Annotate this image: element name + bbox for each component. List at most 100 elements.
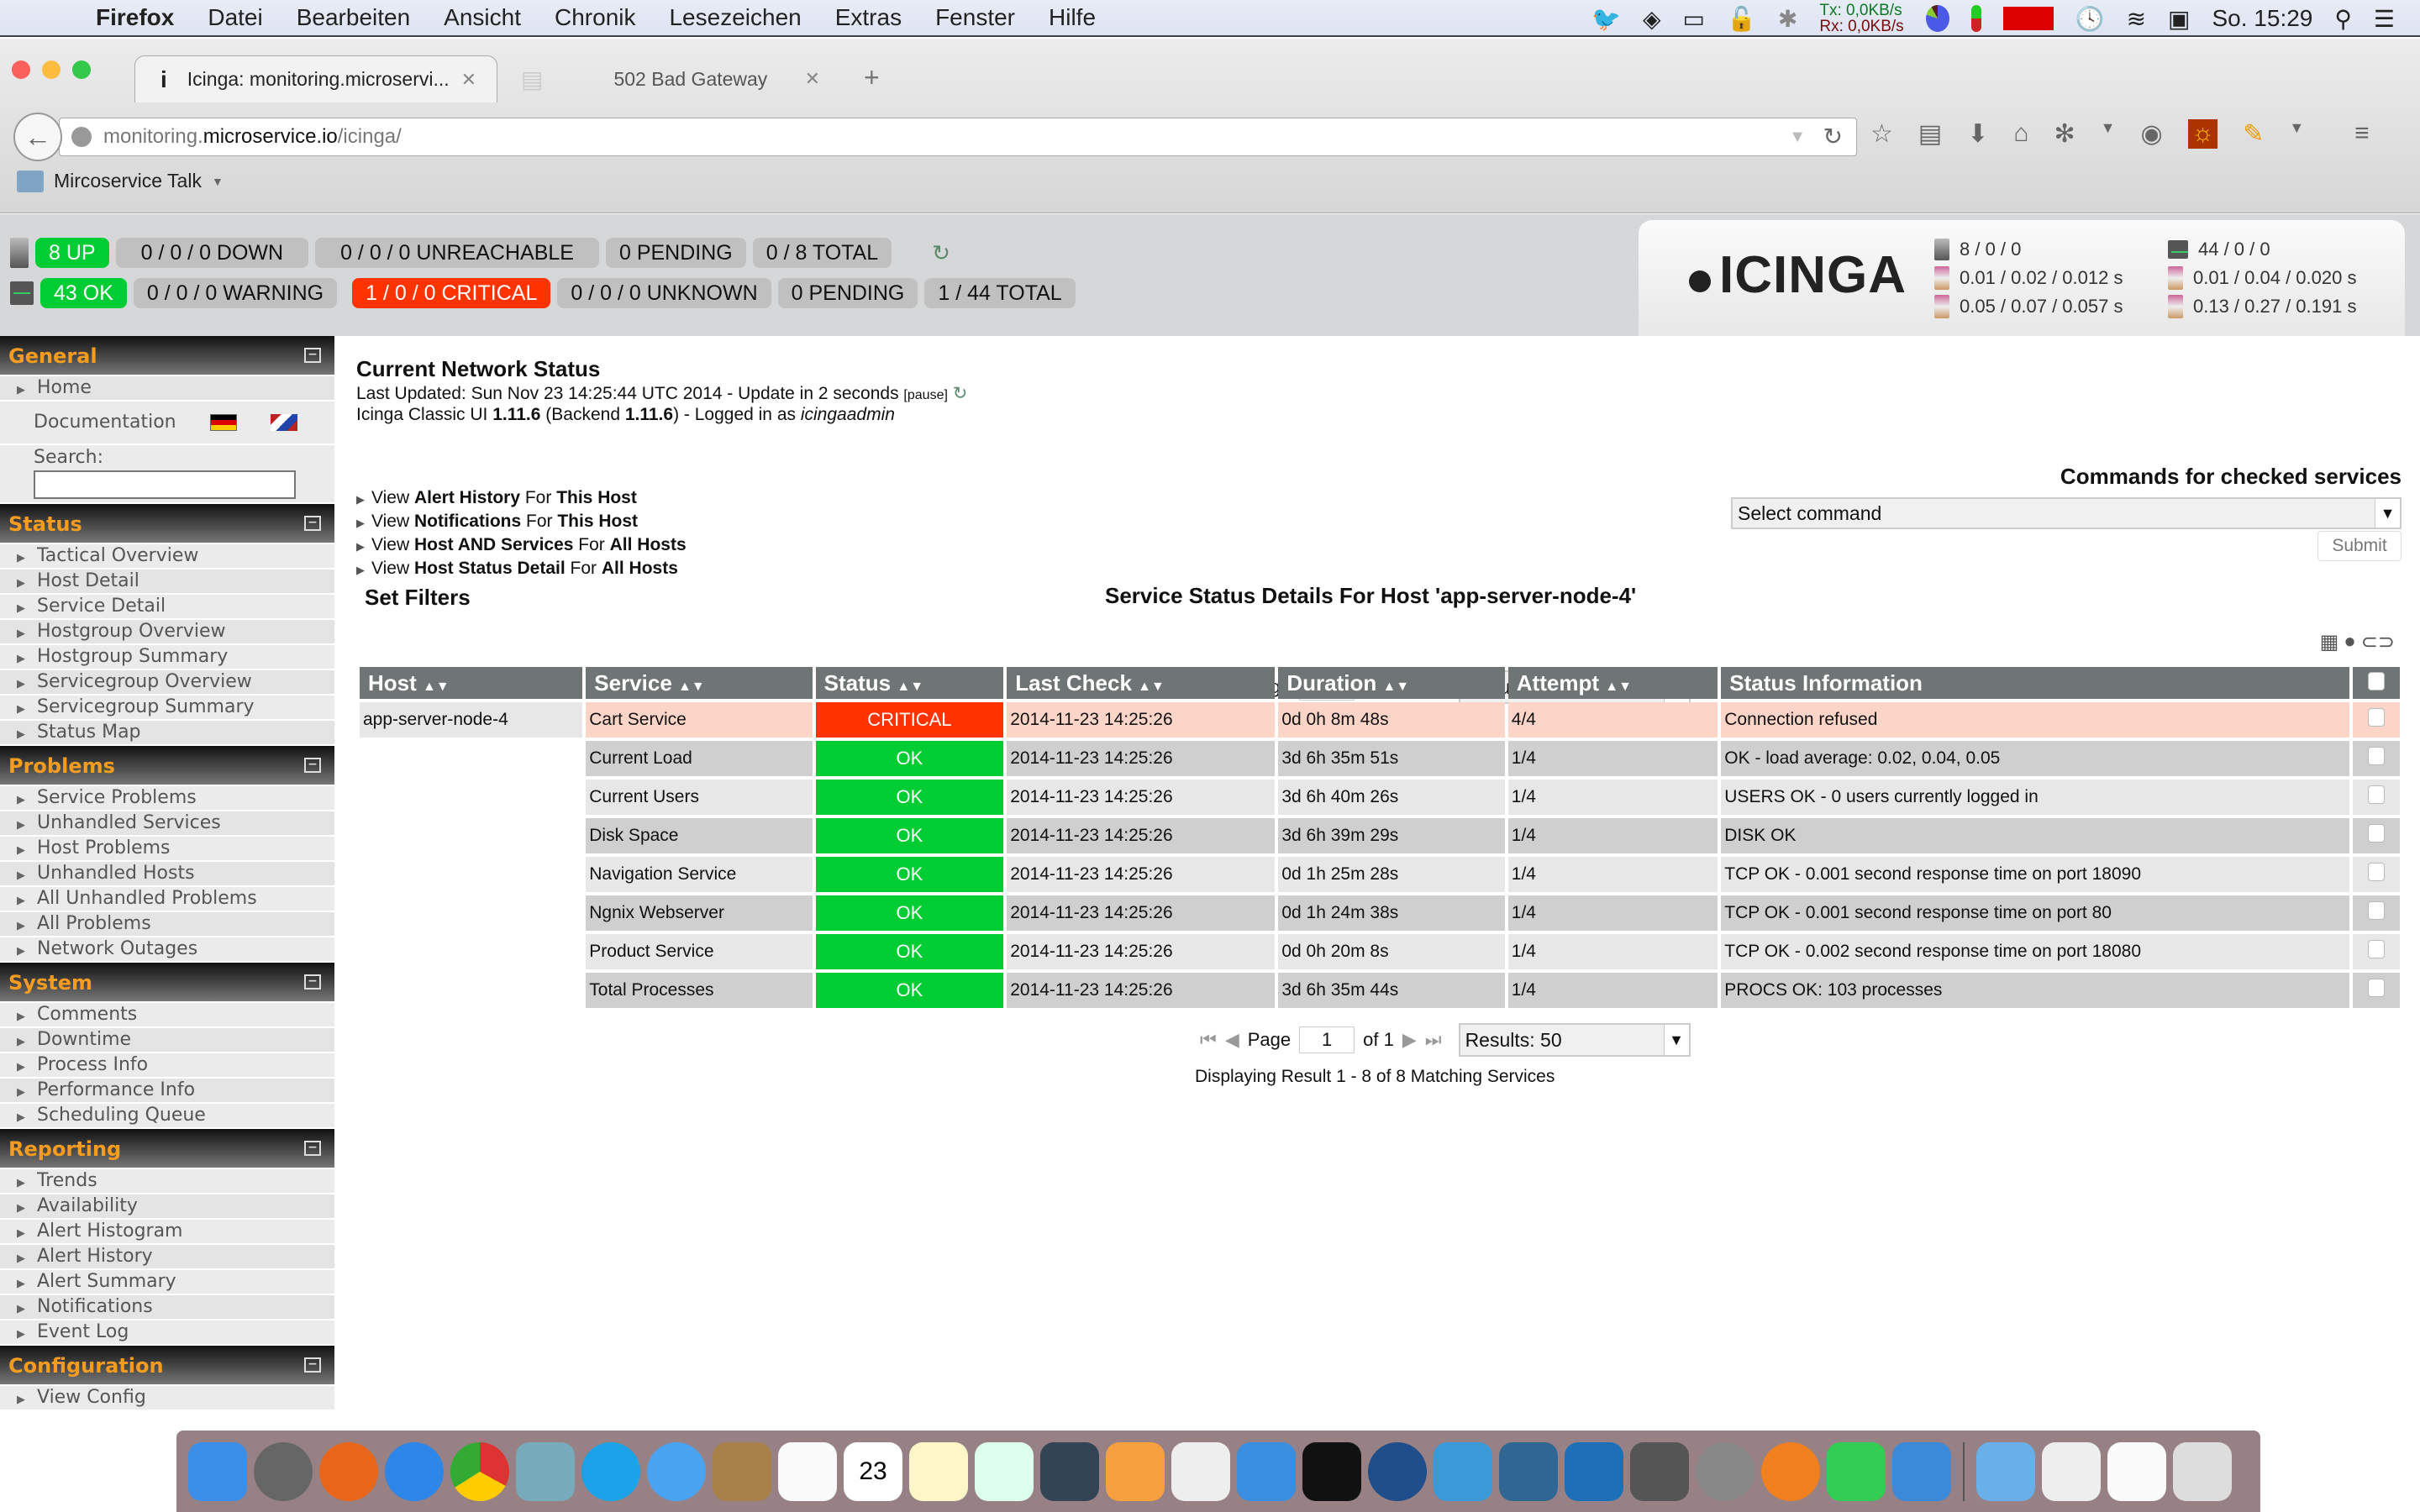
- reading-list-icon[interactable]: ▤: [1918, 119, 1942, 149]
- sidebar-item-home[interactable]: ▶ Home: [0, 376, 334, 402]
- sidebar-item-hostgroup-overview[interactable]: ▶ Hostgroup Overview: [0, 620, 334, 645]
- column-last-check[interactable]: Last Check ▲▼: [1007, 667, 1276, 699]
- firefox-icon[interactable]: [319, 1441, 378, 1501]
- time-machine-icon[interactable]: 🕓: [2075, 5, 2105, 33]
- status-lights-icon[interactable]: [1970, 5, 1981, 32]
- elephant-icon[interactable]: [1565, 1441, 1623, 1501]
- notification-center-icon[interactable]: ☰: [2374, 5, 2395, 33]
- ibooks-icon[interactable]: [1761, 1441, 1820, 1501]
- sublime-text-icon[interactable]: [1630, 1441, 1689, 1501]
- menu-datei[interactable]: Datei: [208, 4, 262, 31]
- sidebar-section-general[interactable]: General −: [0, 336, 334, 376]
- collapse-icon[interactable]: −: [304, 974, 321, 990]
- chrome-icon[interactable]: [450, 1441, 509, 1501]
- photo-booth-icon[interactable]: [1040, 1441, 1099, 1501]
- sidebar-item-all-problems[interactable]: ▶ All Problems: [0, 912, 334, 937]
- postgresql-icon[interactable]: [1499, 1441, 1558, 1501]
- services-total-badge[interactable]: 1 / 44 TOTAL: [924, 278, 1076, 308]
- sidebar-item-alert-summary[interactable]: ▶ Alert Summary: [0, 1270, 334, 1295]
- lock-icon[interactable]: 🔓: [1727, 5, 1756, 33]
- select-all-checkbox[interactable]: [2368, 671, 2385, 690]
- sidebar-item-event-log[interactable]: ▶ Event Log: [0, 1320, 334, 1346]
- service-cell[interactable]: Disk Space: [586, 818, 813, 853]
- sidebar-item-service-problems[interactable]: ▶ Service Problems: [0, 786, 334, 811]
- link-host-status-detail[interactable]: ▶ View Host Status Detail For All Hosts: [356, 558, 687, 581]
- dropbox-icon[interactable]: ◈: [1643, 5, 1661, 33]
- collapse-icon[interactable]: −: [304, 1357, 321, 1373]
- calendar-icon[interactable]: 23: [844, 1441, 902, 1501]
- sidebar-section-reporting[interactable]: Reporting −: [0, 1129, 334, 1169]
- tab-icinga[interactable]: i Icinga: monitoring.microservi... ✕: [134, 55, 497, 102]
- archive-icon[interactable]: [2107, 1441, 2166, 1501]
- sort-icon[interactable]: ▲▼: [1382, 680, 1409, 694]
- applications-folder-icon[interactable]: [1976, 1441, 2035, 1501]
- sidebar-item-view-config[interactable]: ▶ View Config: [0, 1386, 334, 1411]
- column-attempt[interactable]: Attempt ▲▼: [1507, 667, 1718, 699]
- sidebar-item-servicegroup-summary[interactable]: ▶ Servicegroup Summary: [0, 696, 334, 721]
- downloads-icon[interactable]: ⬇: [1967, 119, 1988, 149]
- minimize-window-button[interactable]: [42, 60, 60, 79]
- collapse-icon[interactable]: −: [304, 1141, 321, 1156]
- export-link-icon[interactable]: ⊂⊃: [2361, 630, 2395, 654]
- row-checkbox[interactable]: [2368, 979, 2385, 997]
- pages-icon[interactable]: [1106, 1441, 1165, 1501]
- results-per-page-select[interactable]: Results: 50 ▼: [1458, 1023, 1691, 1057]
- collapse-icon[interactable]: −: [304, 348, 321, 363]
- close-tab-icon[interactable]: ✕: [461, 69, 476, 91]
- first-page-icon[interactable]: ⏮: [1200, 1029, 1217, 1051]
- link-notifications[interactable]: ▶ View Notifications For This Host: [356, 511, 687, 534]
- trash-icon[interactable]: [2173, 1441, 2232, 1501]
- host-cell[interactable]: app-server-node-4: [360, 702, 583, 738]
- row-checkbox[interactable]: [2368, 863, 2385, 881]
- network-speed-monitor[interactable]: Tx: 0,0KB/s Rx: 0,0KB/s: [1819, 3, 1903, 34]
- sidebar-item-notifications[interactable]: ▶ Notifications: [0, 1295, 334, 1320]
- extension-icon[interactable]: ◉: [2141, 119, 2163, 149]
- skype-icon[interactable]: [581, 1441, 640, 1501]
- row-checkbox[interactable]: [2368, 785, 2385, 804]
- notes-icon[interactable]: [909, 1441, 968, 1501]
- close-window-button[interactable]: [12, 60, 30, 79]
- sidebar-item-downtime[interactable]: ▶ Downtime: [0, 1028, 334, 1053]
- service-cell[interactable]: Total Processes: [586, 973, 813, 1008]
- menu-bearbeiten[interactable]: Bearbeiten: [297, 4, 410, 31]
- twitter-icon[interactable]: 🐦: [1591, 5, 1621, 33]
- sidebar-item-availability[interactable]: ▶ Availability: [0, 1194, 334, 1220]
- system-preferences-icon[interactable]: [1696, 1441, 1754, 1501]
- refresh-icon[interactable]: ↻: [932, 240, 950, 266]
- services-unknown-badge[interactable]: 0 / 0 / 0 UNKNOWN: [557, 278, 771, 308]
- new-tab-button[interactable]: +: [864, 62, 880, 93]
- next-page-icon[interactable]: ▶: [1402, 1029, 1417, 1051]
- column-select-all[interactable]: [2353, 667, 2400, 699]
- wifi-icon[interactable]: ≋: [2127, 5, 2146, 33]
- reload-icon[interactable]: ↻: [1823, 118, 1843, 155]
- collapse-icon[interactable]: −: [304, 758, 321, 773]
- command-select[interactable]: Select command ▼: [1731, 497, 2402, 529]
- reminders-icon[interactable]: [778, 1441, 837, 1501]
- addon-sun-icon[interactable]: ☼: [2187, 119, 2218, 149]
- sidebar-item-host-detail[interactable]: ▶ Host Detail: [0, 570, 334, 595]
- column-status[interactable]: Status ▲▼: [815, 667, 1004, 699]
- menu-ansicht[interactable]: Ansicht: [444, 4, 521, 31]
- service-cell[interactable]: Navigation Service: [586, 857, 813, 892]
- bookmark-star-icon[interactable]: ☆: [1870, 119, 1893, 149]
- sidebar-item-performance-info[interactable]: ▶ Performance Info: [0, 1079, 334, 1104]
- menu-app-firefox[interactable]: Firefox: [96, 4, 174, 31]
- row-checkbox[interactable]: [2368, 747, 2385, 765]
- german-flag-icon[interactable]: [209, 414, 237, 431]
- tab-bad-gateway[interactable]: ▤ 502 Bad Gateway ✕: [504, 55, 840, 102]
- column-host[interactable]: Host ▲▼: [360, 667, 583, 699]
- link-alert-history[interactable]: ▶ View Alert History For This Host: [356, 487, 687, 511]
- zoom-window-button[interactable]: [72, 60, 91, 79]
- url-history-dropdown-icon[interactable]: ▼: [1789, 118, 1806, 155]
- sidebar-item-alert-histogram[interactable]: ▶ Alert Histogram: [0, 1220, 334, 1245]
- battery-icon[interactable]: ▣: [2168, 5, 2190, 33]
- export-csv-icon[interactable]: ▦: [2320, 630, 2339, 654]
- sidebar-item-alert-history[interactable]: ▶ Alert History: [0, 1245, 334, 1270]
- set-filters-link[interactable]: Set Filters: [365, 585, 471, 611]
- numbers-icon[interactable]: [1171, 1441, 1230, 1501]
- search-input[interactable]: [34, 470, 296, 499]
- link-host-and-services[interactable]: ▶ View Host AND Services For All Hosts: [356, 534, 687, 558]
- page-input[interactable]: 1: [1299, 1026, 1355, 1053]
- finder-icon[interactable]: [188, 1441, 247, 1501]
- keynote-icon[interactable]: [1237, 1441, 1296, 1501]
